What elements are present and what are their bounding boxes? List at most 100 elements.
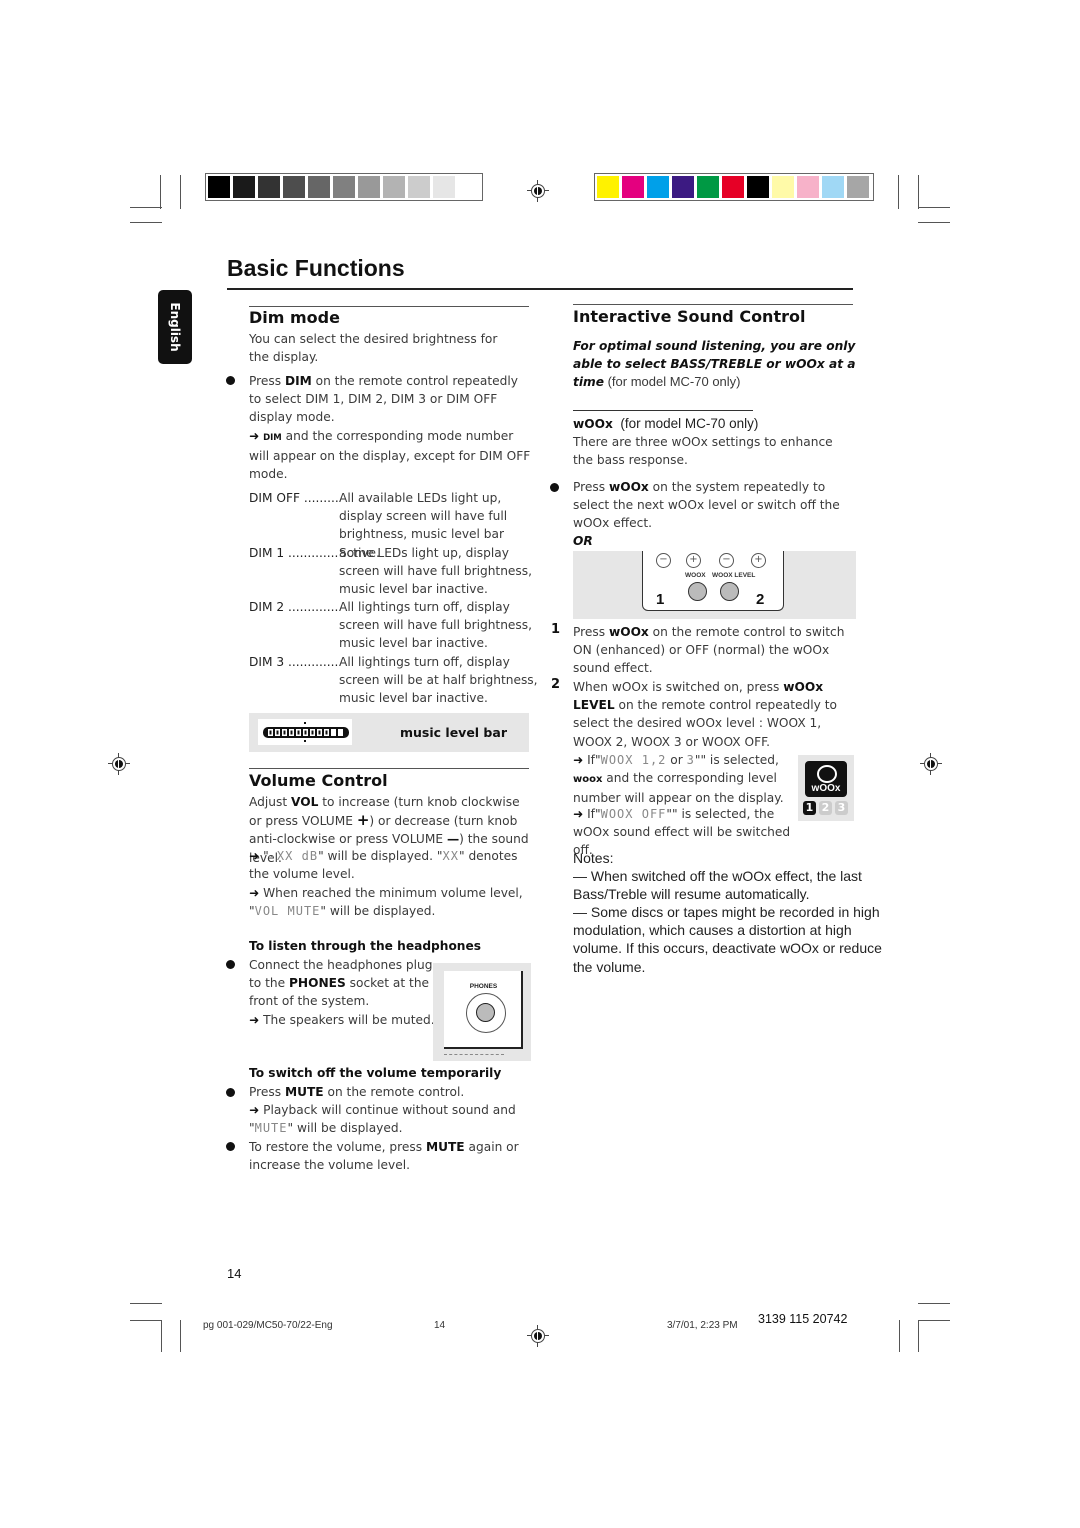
- minus-button-icon: −: [719, 553, 734, 568]
- level-segment: [296, 729, 301, 736]
- crop-mark: [160, 175, 161, 209]
- gray-swatch: [333, 176, 355, 198]
- lcd-text: XX: [442, 849, 459, 863]
- gray-swatch: [283, 176, 305, 198]
- woox-system-instruction: Press wOOx on the system repeatedly to s…: [573, 478, 853, 533]
- woox-level-3: 3: [835, 801, 848, 815]
- text: wOOx: [573, 417, 613, 431]
- headphones-result: ➜ The speakers will be muted.: [249, 1011, 435, 1029]
- crop-mark: [130, 1320, 162, 1321]
- text: When wOOx is switched on, press: [573, 680, 784, 694]
- dim-mode-label: DIM OFF ..................: [249, 491, 339, 505]
- arrow-icon: ➜: [249, 1103, 260, 1117]
- color-swatch: [697, 176, 719, 198]
- woox-intro: There are three wOOx settings to enhance…: [573, 435, 833, 468]
- step-2-text: When wOOx is switched on, press wOOx LEV…: [573, 678, 855, 751]
- minus-icon: —: [446, 832, 460, 847]
- text: ": [259, 849, 269, 863]
- text: OR: [573, 534, 593, 548]
- section-rule: [573, 304, 853, 305]
- text: Press: [249, 374, 285, 388]
- dim-mode-intro: You can select the desired brightness fo…: [249, 332, 498, 365]
- gray-swatch: [358, 176, 380, 198]
- grayscale-calibration-bar: [205, 173, 483, 201]
- key-name: MUTE: [425, 1140, 465, 1154]
- volume-mute-note: ➜ When reached the minimum volume level,…: [249, 884, 533, 920]
- color-swatch: [797, 176, 819, 198]
- level-segment: [282, 729, 287, 736]
- color-calibration-bar: [594, 173, 874, 201]
- crop-mark: [899, 1320, 900, 1352]
- crop-mark: [918, 1320, 919, 1352]
- subheading-headphones: To listen through the headphones: [249, 939, 482, 953]
- woox-indicator: woox: [573, 774, 603, 786]
- bullet-icon: [226, 960, 235, 969]
- footer-code: 3139 115 20742: [758, 1312, 848, 1326]
- lcd-text: WOOX 1,2: [600, 753, 667, 767]
- text: Press: [249, 1085, 285, 1099]
- text: and the corresponding mode number will a…: [249, 429, 531, 482]
- or-label: OR: [573, 532, 593, 550]
- bullet-icon: [226, 376, 235, 385]
- woox-button-label: WOOX: [685, 572, 706, 579]
- footer-date: 3/7/01, 2:23 PM: [667, 1320, 738, 1331]
- text: "" is selected,: [694, 753, 779, 767]
- text: (for model MC-70 only): [603, 374, 741, 390]
- gray-swatch: [383, 176, 405, 198]
- music-level-bar-illustration: [258, 719, 352, 745]
- footer-page: 14: [434, 1320, 446, 1331]
- text: or: [666, 753, 687, 767]
- color-swatch: [772, 176, 794, 198]
- subheading-mute: To switch off the volume temporarily: [249, 1066, 502, 1080]
- volume-display-note: ➜ "-XX dB" will be displayed. "XX" denot…: [249, 847, 533, 883]
- woox-logo-swirl: [817, 765, 837, 783]
- subsection-rule: [573, 410, 753, 411]
- text: Press: [573, 480, 609, 494]
- color-swatch: [622, 176, 644, 198]
- dim-mode-row: DIM 2 ............................All li…: [249, 598, 532, 650]
- registration-mark-icon: [108, 753, 130, 775]
- gray-swatch: [433, 176, 455, 198]
- text: Press: [573, 625, 609, 639]
- section-rule: [249, 768, 529, 769]
- level-segment: [324, 729, 329, 736]
- arrow-icon: ➜: [573, 807, 584, 821]
- mute-instruction: Press MUTE on the remote control.: [249, 1083, 539, 1101]
- plus-button-icon: +: [751, 553, 766, 568]
- registration-mark-icon: [920, 753, 942, 775]
- gray-swatch: [458, 176, 480, 198]
- crop-mark: [918, 1303, 950, 1304]
- center-tick: [304, 722, 306, 724]
- arrow-icon: ➜: [249, 1013, 260, 1027]
- phones-socket-illustration: PHONES: [433, 963, 531, 1061]
- woox-selected-note: ➜ If"WOOX 1,2 or 3"" is selected, woox a…: [573, 751, 799, 808]
- color-swatch: [647, 176, 669, 198]
- step-number: 2: [551, 677, 561, 692]
- level-segment: [310, 729, 315, 736]
- dim-mode-row: DIM OFF ..................All available …: [249, 489, 507, 560]
- woox-logo-text: wOOx: [811, 783, 841, 794]
- dim-mode-row: DIM 1 ............................Some L…: [249, 544, 532, 596]
- lcd-text: -XX dB: [268, 849, 319, 863]
- color-swatch: [822, 176, 844, 198]
- gray-swatch: [308, 176, 330, 198]
- key-name: DIM: [284, 374, 312, 388]
- level-segment: [317, 729, 322, 736]
- interactive-sound-intro: For optimal sound listening, you are onl…: [573, 337, 857, 392]
- dim-mode-description: All lightings turn off, display screen w…: [339, 600, 532, 651]
- level-segment: [338, 729, 343, 736]
- woox-button[interactable]: [688, 582, 707, 601]
- lcd-text: MUTE: [254, 1121, 288, 1136]
- woox-level-button[interactable]: [720, 582, 739, 601]
- text: on the remote control.: [323, 1085, 465, 1099]
- bullet-icon: [550, 483, 559, 492]
- unmute-instruction: To restore the volume, press MUTE again …: [249, 1138, 533, 1174]
- dim-mode-description: All lightings turn off, display screen w…: [339, 654, 538, 705]
- music-level-bar-panel: music level bar: [249, 713, 529, 752]
- headphones-instruction: Connect the headphones plug to the PHONE…: [249, 956, 435, 1011]
- crop-mark: [918, 222, 950, 223]
- dim-mode-description: Some LEDs light up, display screen will …: [339, 545, 532, 596]
- section-heading-volume-control: Volume Control: [249, 771, 388, 790]
- text: (for model MC-70 only): [612, 416, 759, 431]
- mute-result: ➜ Playback will continue without sound a…: [249, 1101, 533, 1137]
